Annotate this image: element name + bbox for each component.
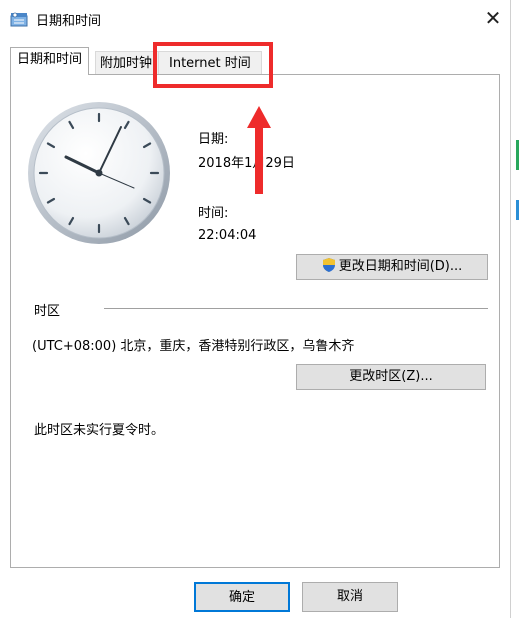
close-button[interactable]: ✕	[478, 2, 508, 34]
window-title: 日期和时间	[36, 14, 102, 29]
timezone-value: (UTC+08:00) 北京，重庆，香港特别行政区，乌鲁木齐	[32, 339, 355, 354]
tab-internet-time[interactable]: Internet 时间	[158, 51, 262, 76]
close-icon: ✕	[484, 6, 502, 30]
background-window-edge	[516, 140, 519, 170]
tab-additional-clocks[interactable]: 附加时钟	[95, 51, 161, 76]
uac-shield-icon	[322, 258, 335, 272]
ok-button[interactable]: 确定	[194, 582, 290, 612]
dst-note: 此时区未实行夏令时。	[34, 423, 165, 438]
timezone-section-label: 时区	[34, 304, 61, 319]
analog-clock	[28, 102, 170, 244]
change-timezone-button[interactable]: 更改时区(Z)...	[296, 364, 486, 390]
annotation-arrow-icon	[247, 106, 271, 194]
change-date-time-label: 更改日期和时间(D)...	[338, 259, 463, 274]
cancel-button[interactable]: 取消	[302, 582, 398, 612]
time-label: 时间:	[198, 206, 229, 221]
date-time-dialog: 日期和时间 ✕ 日期和时间 附加时钟 Internet 时间 日期: 2018年	[0, 0, 511, 618]
section-divider	[104, 308, 488, 309]
date-label: 日期:	[198, 132, 229, 147]
change-date-time-button[interactable]: 更改日期和时间(D)...	[296, 254, 488, 280]
time-value: 22:04:04	[198, 228, 257, 243]
title-bar: 日期和时间 ✕	[0, 0, 510, 38]
clock-app-icon	[10, 12, 28, 27]
tab-date-time[interactable]: 日期和时间	[10, 47, 90, 75]
background-window-edge	[516, 200, 519, 220]
